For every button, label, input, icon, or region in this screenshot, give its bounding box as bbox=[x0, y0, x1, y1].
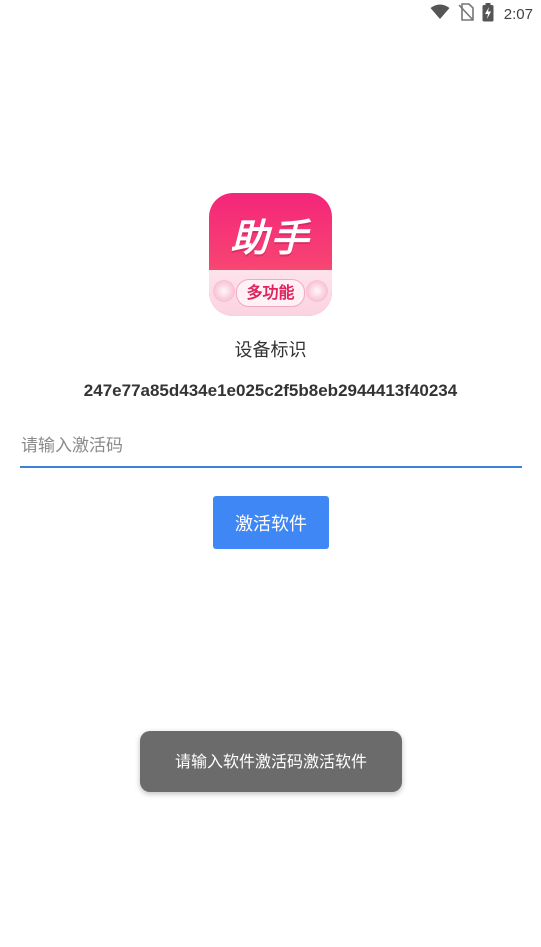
status-time: 2:07 bbox=[503, 5, 533, 23]
status-bar: 2:07 bbox=[0, 0, 541, 28]
toast-message: 请输入软件激活码激活软件 bbox=[140, 731, 402, 792]
status-icons: 2:07 bbox=[430, 2, 533, 26]
logo-title: 助手 bbox=[230, 216, 311, 260]
battery-charging-icon bbox=[482, 2, 494, 26]
flower-decoration-icon bbox=[213, 280, 235, 302]
activation-code-input[interactable] bbox=[20, 432, 522, 468]
app-logo: 助手 多功能 bbox=[209, 193, 332, 316]
logo-subtitle: 多功能 bbox=[236, 279, 305, 307]
flower-decoration-icon bbox=[306, 280, 328, 302]
activate-button[interactable]: 激活软件 bbox=[213, 496, 329, 549]
device-id-value: 247e77a85d434e1e025c2f5b8eb2944413f40234 bbox=[83, 381, 458, 400]
wifi-icon bbox=[430, 4, 450, 24]
no-sim-icon bbox=[458, 3, 474, 25]
logo-ribbon: 多功能 bbox=[209, 270, 332, 316]
device-id-label: 设备标识 bbox=[234, 340, 307, 361]
